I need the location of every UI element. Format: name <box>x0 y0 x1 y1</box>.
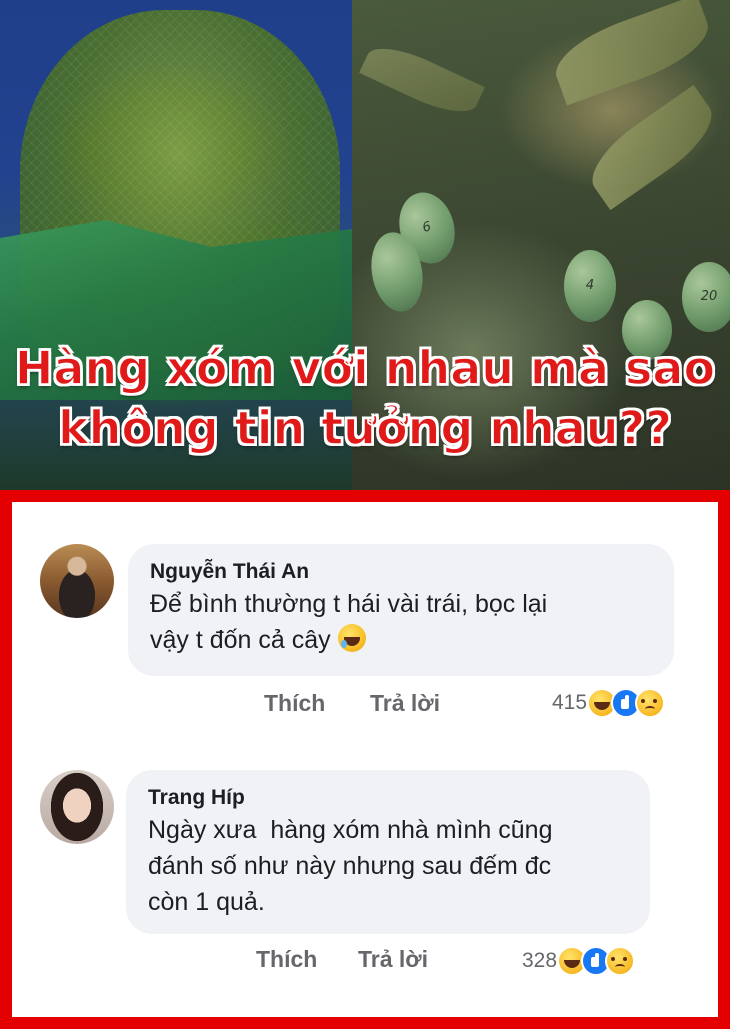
comment-text-line: Để bình thường t hái vài trái, bọc lại <box>150 590 548 618</box>
leaf <box>578 84 726 211</box>
comment-text: Để bình thường t hái vài trái, bọc lại v… <box>150 586 654 658</box>
comment-text-line: đánh số như này nhưng sau đếm đc <box>148 852 552 880</box>
sad-reaction-icon <box>605 946 636 976</box>
comment-author[interactable]: Trang Híp <box>148 784 630 812</box>
post-photo: 6 4 20 Hàng xóm với nhau mà sao không ti… <box>0 0 730 490</box>
rolling-laughing-emoji-icon <box>337 624 366 652</box>
reaction-summary[interactable]: 328 <box>522 946 636 976</box>
avatar[interactable] <box>40 544 114 618</box>
reaction-count: 415 <box>552 691 588 714</box>
post-headline: Hàng xóm với nhau mà sao không tin tưởng… <box>0 338 730 458</box>
headline-line-2: không tin tưởng nhau?? <box>57 400 672 456</box>
like-button[interactable]: Thích <box>256 946 317 973</box>
reply-button[interactable]: Trả lời <box>358 946 428 973</box>
numbered-mango: 4 <box>564 250 616 322</box>
like-button[interactable]: Thích <box>264 690 325 717</box>
comments-frame: Nguyễn Thái An Để bình thường t hái vài … <box>0 490 730 1029</box>
comment-text-line: Ngày xưa hàng xóm nhà mình cũng <box>148 816 553 844</box>
leaf <box>359 36 485 124</box>
reaction-count: 328 <box>522 949 558 972</box>
comment-author[interactable]: Nguyễn Thái An <box>150 558 654 586</box>
headline-line-1: Hàng xóm với nhau mà sao <box>14 340 716 396</box>
reply-button[interactable]: Trả lời <box>370 690 440 717</box>
numbered-mango: 20 <box>682 262 730 332</box>
comment-text: Ngày xưa hàng xóm nhà mình cũng đánh số … <box>148 812 630 920</box>
comment-text-line: vậy t đốn cả cây <box>150 626 331 654</box>
comment-bubble: Nguyễn Thái An Để bình thường t hái vài … <box>128 544 674 676</box>
comment-text-line: còn 1 quả. <box>148 888 265 916</box>
comment-bubble: Trang Híp Ngày xưa hàng xóm nhà mình cũn… <box>126 770 650 934</box>
avatar[interactable] <box>40 770 114 844</box>
sad-reaction-icon <box>635 688 666 718</box>
reaction-summary[interactable]: 415 <box>552 688 666 718</box>
